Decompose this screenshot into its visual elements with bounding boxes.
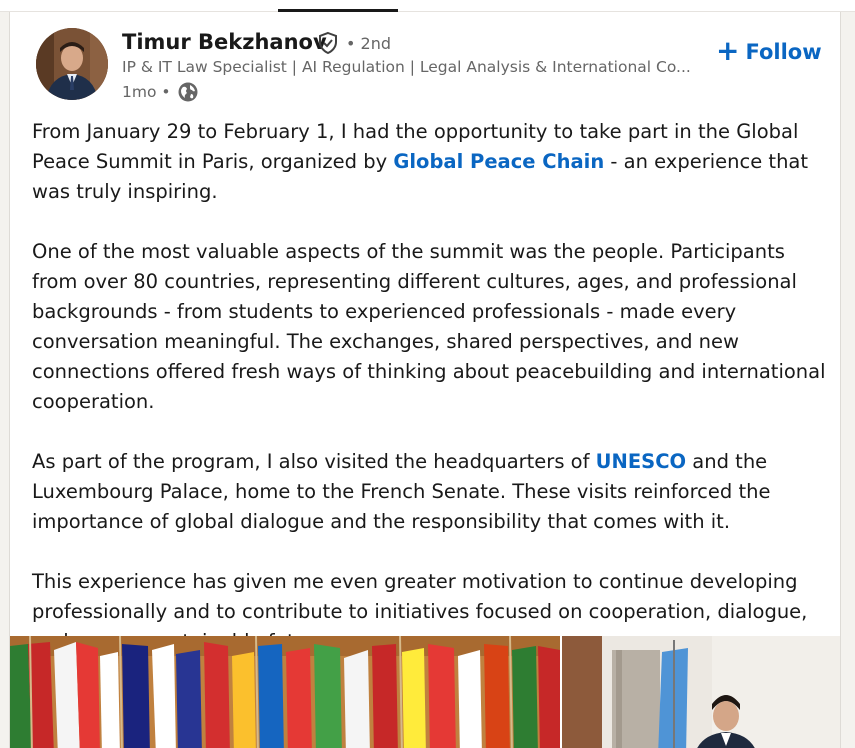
post-body: From January 29 to February 1, I had the… [32,117,832,687]
follow-label: Follow [745,40,822,64]
post-meta: 1mo • [122,81,199,103]
post-time: 1mo • [122,83,171,101]
verified-shield-icon [319,31,337,55]
connection-degree: • 2nd [346,34,391,53]
post-paragraph: From January 29 to February 1, I had the… [32,120,809,203]
plus-icon: + [716,33,740,67]
mention-global-peace-chain[interactable]: Global Peace Chain [393,150,604,173]
globe-icon [178,82,198,102]
author-headline: IP & IT Law Specialist | AI Regulation |… [122,58,691,76]
post-paragraph: One of the most valuable aspects of the … [32,240,826,413]
top-navigation-strip [0,0,855,12]
post-image-portrait[interactable] [562,636,840,748]
avatar[interactable] [36,28,108,100]
author-name[interactable]: Timur Bekzhanov [122,30,327,54]
follow-button[interactable]: + Follow [716,36,822,68]
post-paragraph: As part of the program, I also visited t… [32,450,771,533]
post-card: Timur Bekzhanov • 2nd IP & IT Law Specia… [9,12,841,748]
mention-unesco[interactable]: UNESCO [596,450,686,473]
post-image-flags[interactable] [10,636,560,748]
